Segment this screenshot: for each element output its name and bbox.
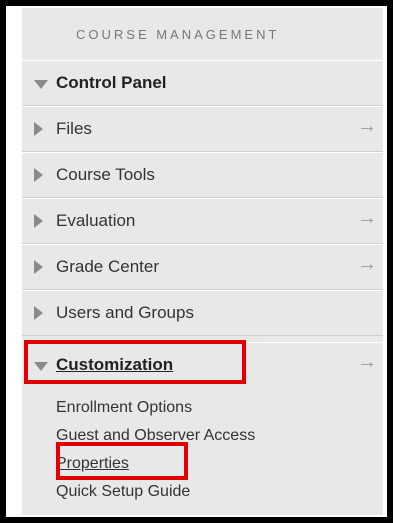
expand-triangle-icon (34, 168, 43, 182)
menu-item-label: Grade Center (56, 257, 159, 276)
arrow-right-icon[interactable]: → (357, 253, 377, 276)
expand-triangle-icon (34, 260, 43, 274)
control-panel-header[interactable]: Control Panel (22, 60, 383, 106)
menu-item-evaluation[interactable]: Evaluation → (22, 198, 383, 244)
menu-item-label: Evaluation (56, 211, 136, 230)
menu-item-label: Users and Groups (56, 303, 194, 322)
menu-item-grade-center[interactable]: Grade Center → (22, 244, 383, 290)
submenu-item-guest-observer-access[interactable]: Guest and Observer Access (56, 427, 255, 445)
course-management-panel: COURSE MANAGEMENT Control Panel Files → … (22, 8, 383, 515)
arrow-right-icon[interactable]: → (357, 115, 377, 138)
customization-label: Customization (56, 355, 174, 374)
menu-item-users-and-groups[interactable]: Users and Groups (22, 290, 383, 336)
submenu-item-properties[interactable]: Properties (56, 455, 129, 473)
control-panel-label: Control Panel (56, 73, 167, 92)
menu-item-course-tools[interactable]: Course Tools (22, 152, 383, 198)
section-title: COURSE MANAGEMENT (76, 27, 280, 42)
arrow-right-icon[interactable]: → (357, 207, 377, 230)
arrow-right-icon[interactable]: → (357, 351, 377, 374)
submenu-item-quick-setup-guide[interactable]: Quick Setup Guide (56, 483, 190, 501)
collapse-triangle-icon (34, 362, 48, 371)
menu-item-label: Course Tools (56, 165, 155, 184)
expand-triangle-icon (34, 122, 43, 136)
expand-triangle-icon (34, 306, 43, 320)
menu-item-customization[interactable]: Customization → (22, 342, 383, 388)
menu-item-files[interactable]: Files → (22, 106, 383, 152)
customization-submenu: Enrollment Options Guest and Observer Ac… (22, 395, 383, 515)
expand-triangle-icon (34, 214, 43, 228)
menu-item-label: Files (56, 119, 92, 138)
submenu-item-enrollment-options[interactable]: Enrollment Options (56, 399, 192, 417)
collapse-triangle-icon (34, 80, 48, 89)
